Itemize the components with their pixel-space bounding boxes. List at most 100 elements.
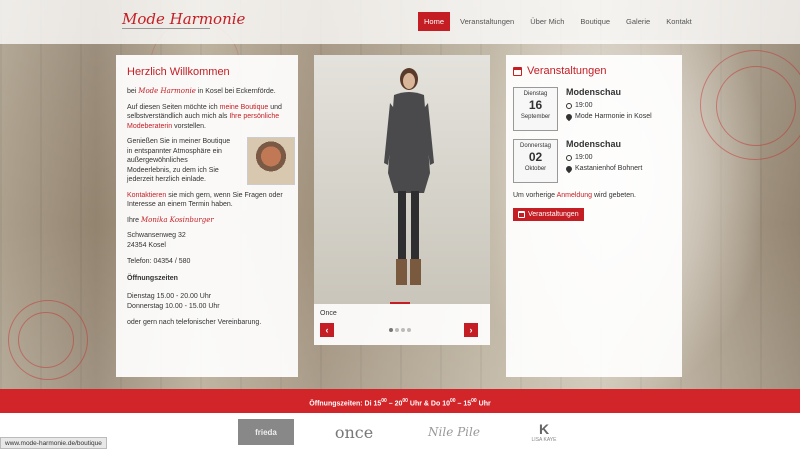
event-date: Dienstag 16 September	[513, 87, 558, 131]
nav-item-home[interactable]: Home	[418, 12, 451, 31]
opening-hours-banner: Öffnungszeiten: Di 1500 – 2000 Uhr & Do …	[0, 389, 800, 413]
event-details: Modenschau 19:00 Kastanienhof Bohnert	[564, 139, 643, 183]
model-figure	[384, 68, 434, 285]
address-street: Schwansenweg 32	[127, 232, 186, 239]
brand-name: LISA KAYE	[531, 437, 557, 443]
map-marker-icon	[564, 164, 574, 173]
event-month: September	[520, 114, 551, 120]
event-time-text: 19:00	[575, 102, 593, 109]
event-place: Kastanienhof Bohnert	[564, 163, 643, 174]
event-details: Modenschau 19:00 Mode Harmonie in Kosel	[564, 87, 652, 131]
phone: Telefon: 04354 / 580	[127, 258, 191, 265]
registration-link[interactable]: Anmeldung	[557, 192, 592, 199]
paragraph-text: Auf diesen Seiten möchte ich	[127, 103, 218, 111]
banner-text: Uhr & Do 10	[407, 400, 450, 408]
reg-text: Um vorherige	[513, 192, 556, 199]
signature-pre: Ihre	[127, 216, 140, 224]
brand-logo[interactable]: once	[326, 419, 382, 445]
main-nav: Home Veranstaltungen Über Mich Boutique …	[418, 12, 702, 31]
event-time: 19:00	[566, 100, 652, 111]
nav-item-veranstaltungen[interactable]: Veranstaltungen	[454, 12, 520, 31]
intro-text: bei	[127, 88, 137, 95]
contact-link[interactable]: Kontaktieren	[127, 192, 166, 199]
registration-note: Um vorherige Anmeldung wird gebeten.	[513, 191, 675, 201]
signature: Monika Kosinburger	[141, 215, 214, 224]
banner-text: – 15	[455, 400, 472, 408]
site-logo[interactable]: Mode Harmonie	[122, 10, 245, 28]
clock-icon	[566, 102, 572, 109]
nav-item-boutique[interactable]: Boutique	[574, 12, 616, 31]
calendar-icon	[518, 211, 525, 218]
brand-logo[interactable]: K LISA KAYE	[522, 419, 566, 445]
hours-list: Dienstag 15.00 - 20.00 Uhr Donnerstag 10…	[127, 292, 287, 311]
welcome-title: Herzlich Willkommen	[127, 66, 230, 78]
decor-circle	[716, 66, 796, 146]
event-place-text: Mode Harmonie in Kosel	[575, 113, 652, 120]
contact-paragraph: Kontaktieren sie mich gern, wenn Sie Fra…	[127, 191, 287, 210]
slider-dot[interactable]	[395, 328, 399, 332]
nav-item-ueber-mich[interactable]: Über Mich	[524, 12, 570, 31]
nav-item-galerie[interactable]: Galerie	[620, 12, 656, 31]
events-panel: Veranstaltungen Dienstag 16 September Mo…	[506, 55, 682, 377]
events-button[interactable]: Veranstaltungen	[513, 208, 584, 221]
logo-underline	[122, 28, 210, 29]
address: Schwansenweg 32 24354 Kosel	[127, 231, 287, 250]
welcome-invitation: Genießen Sie in meiner Boutique in entsp…	[127, 138, 231, 183]
brand-k-mark: K	[538, 421, 550, 437]
chevron-left-icon: ‹	[325, 325, 329, 335]
reg-text: wird gebeten.	[593, 192, 636, 199]
welcome-intro: bei Mode Harmonie in Kosel bei Eckernför…	[127, 87, 287, 97]
event-time-text: 19:00	[575, 154, 593, 161]
banner-text: Uhr	[476, 400, 491, 408]
event-title: Modenschau	[566, 87, 622, 97]
paragraph-text: vorstellen.	[174, 122, 206, 130]
event-time: 19:00	[566, 152, 642, 163]
decor-circle	[18, 312, 74, 368]
event-title: Modenschau	[566, 139, 622, 149]
calendar-icon	[513, 66, 522, 76]
event-item[interactable]: Dienstag 16 September Modenschau 19:00 M…	[513, 87, 675, 131]
slider-prev-button[interactable]: ‹	[320, 323, 334, 337]
events-title-text: Veranstaltungen	[527, 65, 607, 77]
signature-line: Ihre Monika Kosinburger	[127, 216, 287, 226]
slider-dot[interactable]	[389, 328, 393, 332]
welcome-panel: Herzlich Willkommen bei Mode Harmonie in…	[116, 55, 298, 377]
status-bar-url: www.mode-harmonie.de/boutique	[0, 437, 107, 449]
event-date: Donnerstag 02 Oktober	[513, 139, 558, 183]
slider-next-button[interactable]: ›	[464, 323, 478, 337]
chevron-right-icon: ›	[469, 325, 473, 335]
site-header: Mode Harmonie Home Veranstaltungen Über …	[0, 0, 800, 44]
banner-label: Öffnungszeiten:	[309, 400, 363, 408]
banner-text: – 20	[386, 400, 403, 408]
brand-logo[interactable]: Nile Pile	[412, 419, 496, 445]
events-button-label: Veranstaltungen	[528, 211, 579, 218]
welcome-paragraph: Auf diesen Seiten möchte ich meine Bouti…	[127, 103, 287, 132]
brand-logo[interactable]: frieda	[238, 419, 294, 445]
owner-portrait	[247, 137, 295, 185]
event-place: Mode Harmonie in Kosel	[564, 111, 652, 122]
slider-caption: Once	[320, 310, 337, 317]
event-day: 16	[528, 98, 543, 112]
nav-item-kontakt[interactable]: Kontakt	[660, 12, 697, 31]
hours-note: oder gern nach telefonischer Vereinbarun…	[127, 319, 262, 326]
brand-footer: frieda once Nile Pile K LISA KAYE	[0, 413, 800, 449]
event-month: Oktober	[524, 166, 547, 172]
hours-tuesday: Dienstag 15.00 - 20.00 Uhr	[127, 293, 212, 300]
event-item[interactable]: Donnerstag 02 Oktober Modenschau 19:00 K…	[513, 139, 675, 183]
intro-text: in Kosel bei Eckernförde.	[197, 88, 276, 95]
slider-dots	[389, 328, 411, 332]
boutique-link[interactable]: meine Boutique	[220, 104, 269, 111]
events-title: Veranstaltungen	[513, 65, 675, 77]
hours-thursday: Donnerstag 10.00 - 15.00 Uhr	[127, 302, 220, 310]
slider-image[interactable]	[314, 55, 490, 304]
clock-icon	[566, 154, 572, 161]
hours-title: Öffnungszeiten	[127, 274, 178, 282]
slider-dot[interactable]	[407, 328, 411, 332]
map-marker-icon	[564, 112, 574, 121]
event-day: 02	[528, 150, 543, 164]
banner-text: Di 15	[364, 400, 382, 408]
slider-dot[interactable]	[401, 328, 405, 332]
intro-brand: Mode Harmonie	[138, 87, 196, 95]
address-city: 24354 Kosel	[127, 241, 166, 249]
event-place-text: Kastanienhof Bohnert	[575, 165, 643, 172]
